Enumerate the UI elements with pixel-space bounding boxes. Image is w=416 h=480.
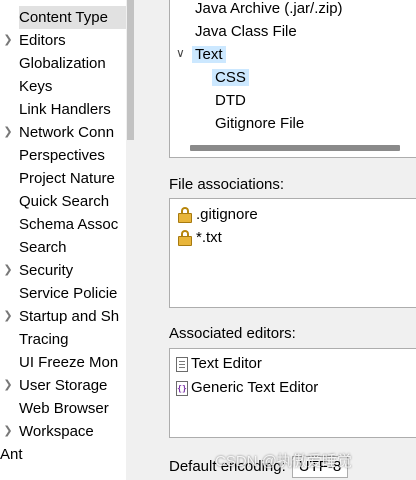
list-item-text-editor[interactable]: Text Editor xyxy=(176,352,262,375)
scrollbar-thumb[interactable] xyxy=(190,145,400,151)
nav-item-user-storage[interactable]: ❯ User Storage xyxy=(0,374,128,397)
preferences-nav-tree: Content Type ❯ Editors Globalization Key… xyxy=(0,0,136,480)
nav-item-quick-search[interactable]: Quick Search xyxy=(0,190,128,213)
lock-icon xyxy=(178,230,192,247)
nav-item-label: Network Conn xyxy=(19,124,115,141)
nav-item-label: Service Policie xyxy=(19,285,118,302)
nav-item-label: Startup and Sh xyxy=(19,308,120,325)
nav-item-label: Link Handlers xyxy=(19,101,111,118)
nav-item-label: Schema Assoc xyxy=(19,216,119,233)
nav-item-tracing[interactable]: Tracing xyxy=(0,328,128,351)
nav-item-service-policies[interactable]: Service Policie xyxy=(0,282,128,305)
nav-item-network-connections[interactable]: ❯ Network Conn xyxy=(0,121,128,144)
nav-item-startup-shutdown[interactable]: ❯ Startup and Sh xyxy=(0,305,128,328)
nav-item-label: Web Browser xyxy=(19,400,109,417)
tree-item-gitignore-file[interactable]: Gitignore File xyxy=(215,112,304,135)
tree-item-label: Text xyxy=(192,46,226,63)
expand-chevron-icon[interactable]: ❯ xyxy=(2,374,14,397)
tree-item-label: DTD xyxy=(215,92,246,109)
file-associations-list[interactable]: .gitignore *.txt xyxy=(169,198,416,308)
list-item-txt[interactable]: *.txt xyxy=(178,226,222,249)
nav-item-label: User Storage xyxy=(19,377,108,394)
nav-item-label: Editors xyxy=(19,32,66,49)
scrollbar-thumb[interactable] xyxy=(127,0,134,140)
text-editor-icon xyxy=(176,356,188,372)
tree-item-label: Java Archive (.jar/.zip) xyxy=(195,0,343,17)
nav-item-label: Security xyxy=(19,262,74,279)
editor-label: Generic Text Editor xyxy=(191,379,319,396)
list-item-generic-text-editor[interactable]: {} Generic Text Editor xyxy=(176,376,318,399)
nav-item-label: Quick Search xyxy=(19,193,110,210)
nav-item-project-natures[interactable]: Project Nature xyxy=(0,167,128,190)
collapse-chevron-icon[interactable]: ∨ xyxy=(176,46,185,60)
nav-item-label: UI Freeze Mon xyxy=(19,354,119,371)
expand-chevron-icon[interactable]: ❯ xyxy=(2,29,14,52)
generic-editor-icon: {} xyxy=(176,380,188,396)
list-item-gitignore[interactable]: .gitignore xyxy=(178,203,258,226)
nav-item-label: Workspace xyxy=(19,423,94,440)
content-types-tree[interactable]: Java Archive (.jar/.zip) Java Class File… xyxy=(169,0,416,141)
nav-item-keys[interactable]: Keys xyxy=(0,75,128,98)
tree-item-dtd[interactable]: DTD xyxy=(215,89,246,112)
nav-item-label: Keys xyxy=(19,78,53,95)
tree-item-css[interactable]: CSS xyxy=(212,66,249,89)
csdn-watermark: CSDN @执傲爱睡觉 xyxy=(215,453,352,470)
editor-label: Text Editor xyxy=(191,355,262,372)
associated-editors-label: Associated editors: xyxy=(169,325,296,342)
expand-chevron-icon[interactable]: ❯ xyxy=(2,259,14,282)
content-types-page: Java Archive (.jar/.zip) Java Class File… xyxy=(151,0,416,480)
nav-item-ant[interactable]: Ant xyxy=(0,443,128,466)
file-association-label: *.txt xyxy=(196,229,222,246)
associated-editors-list[interactable]: Text Editor {} Generic Text Editor xyxy=(169,348,416,438)
nav-item-label: Search xyxy=(19,239,67,256)
expand-chevron-icon[interactable]: ❯ xyxy=(2,121,14,144)
nav-item-security[interactable]: ❯ Security xyxy=(0,259,128,282)
nav-item-search[interactable]: Search xyxy=(0,236,128,259)
nav-vertical-scrollbar[interactable] xyxy=(126,0,136,480)
tree-item-label: Gitignore File xyxy=(215,115,305,132)
nav-item-schema-associations[interactable]: Schema Assoc xyxy=(0,213,128,236)
file-association-label: .gitignore xyxy=(196,206,258,223)
tree-item-label: CSS xyxy=(212,69,249,86)
expand-chevron-icon[interactable]: ❯ xyxy=(2,420,14,443)
nav-item-label: Content Type xyxy=(19,6,128,29)
tree-item-text[interactable]: Text xyxy=(192,43,226,66)
nav-item-content-type[interactable]: Content Type xyxy=(0,6,128,29)
nav-item-perspectives[interactable]: Perspectives xyxy=(0,144,128,167)
nav-item-workspace[interactable]: ❯ Workspace xyxy=(0,420,128,443)
nav-item-label: Globalization xyxy=(19,55,106,72)
tree-item-java-class-file[interactable]: Java Class File xyxy=(195,20,297,43)
nav-item-link-handlers[interactable]: Link Handlers xyxy=(0,98,128,121)
lock-icon xyxy=(178,207,192,224)
nav-item-web-browser[interactable]: Web Browser xyxy=(0,397,128,420)
nav-item-globalization[interactable]: Globalization xyxy=(0,52,128,75)
file-associations-label: File associations: xyxy=(169,176,285,193)
expand-chevron-icon[interactable]: ❯ xyxy=(2,305,14,328)
nav-item-editors[interactable]: ❯ Editors xyxy=(0,29,128,52)
nav-item-label: Ant xyxy=(0,446,23,463)
nav-item-ui-freeze-monitoring[interactable]: UI Freeze Mon xyxy=(0,351,128,374)
content-types-horizontal-scrollbar[interactable] xyxy=(169,140,416,158)
nav-item-label: Perspectives xyxy=(19,147,105,164)
nav-item-partial-bottom[interactable] xyxy=(0,466,128,480)
tree-item-label: Java Class File xyxy=(195,23,297,40)
tree-item-java-archive[interactable]: Java Archive (.jar/.zip) xyxy=(195,0,343,20)
nav-item-label: Tracing xyxy=(19,331,69,348)
nav-item-label: Project Nature xyxy=(19,170,115,187)
